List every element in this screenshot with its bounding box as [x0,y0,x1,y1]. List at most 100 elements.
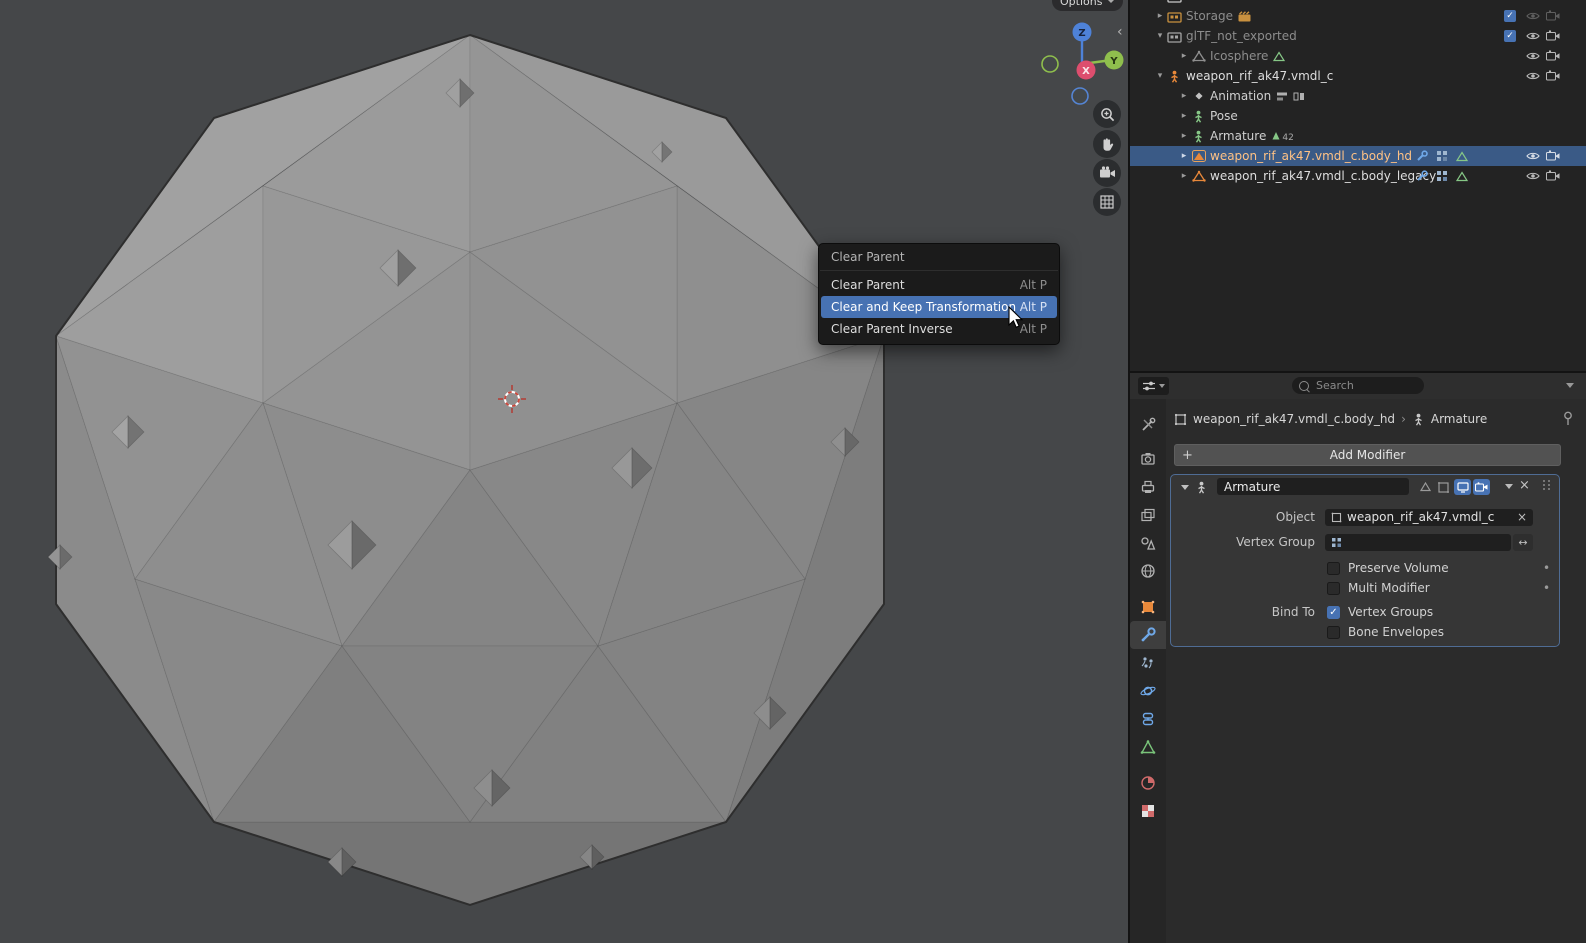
edit-mode-toggle[interactable] [1435,479,1452,495]
orange-data-icon [1238,10,1251,22]
search-input[interactable] [1314,378,1398,393]
outliner-row-animation[interactable]: ▸ Animation [1130,86,1586,106]
outliner-row-gltf-not-exported[interactable]: ▾ glTF_not_exported ✓ [1130,26,1586,46]
eye-icon[interactable] [1526,171,1540,181]
tab-object-data[interactable] [1130,733,1166,761]
bone-envelopes-checkbox[interactable] [1327,625,1340,639]
eye-icon[interactable] [1526,151,1540,161]
camera-toggle-icon[interactable] [1546,170,1560,181]
on-cage-toggle[interactable] [1417,479,1434,495]
pin-icon[interactable] [1562,411,1574,426]
add-modifier-button[interactable]: + Add Modifier [1174,444,1561,466]
outliner-row-storage[interactable]: ▸ Storage ✓ [1130,6,1586,26]
expand-icon[interactable]: ▾ [1154,0,1166,1]
drag-handle[interactable] [1543,480,1551,490]
expand-icon[interactable]: ▾ [1154,71,1166,81]
tab-scene[interactable] [1130,529,1166,557]
options-dropdown[interactable]: Options [1052,0,1124,11]
expand-icon[interactable]: ▸ [1178,131,1190,141]
tab-world[interactable] [1130,557,1166,585]
object-field[interactable]: weapon_rif_ak47.vmdl_c × [1325,508,1533,526]
expand-icon[interactable]: ▸ [1154,11,1166,21]
collection-checkbox[interactable]: ✓ [1504,30,1516,42]
tab-texture[interactable] [1130,797,1166,825]
vertex-group-field[interactable] [1325,533,1511,551]
vertex-group-icon[interactable] [1436,150,1448,162]
expand-icon[interactable]: ▸ [1178,151,1190,161]
render-toggle[interactable] [1473,479,1490,495]
wrench-icon[interactable] [1416,150,1428,162]
decorator-dot-icon[interactable]: • [1543,561,1550,575]
tab-modifiers[interactable] [1130,621,1166,649]
camera-toggle-icon[interactable] [1546,30,1560,41]
collection-icon [1166,30,1183,43]
camera-toggle-icon[interactable] [1546,70,1560,81]
expand-icon[interactable]: ▸ [1178,111,1190,121]
toggle-ortho-button[interactable] [1093,188,1121,216]
eye-icon[interactable] [1526,11,1540,21]
expand-icon[interactable]: ▸ [1178,51,1190,61]
preserve-volume-checkbox[interactable] [1327,561,1340,575]
expand-icon[interactable]: ▾ [1154,31,1166,41]
expand-icon[interactable]: ▸ [1178,171,1190,181]
multi-modifier-checkbox[interactable] [1327,581,1340,595]
outliner-row-body-hd[interactable]: ▸ weapon_rif_ak47.vmdl_c.body_hd [1130,146,1586,166]
camera-toggle-icon[interactable] [1546,150,1560,161]
zoom-button[interactable] [1093,100,1121,128]
collection-checkbox[interactable]: ✓ [1504,10,1516,22]
breadcrumb-object[interactable]: weapon_rif_ak47.vmdl_c.body_hd [1193,412,1395,426]
outliner-row-icosphere[interactable]: ▸ Icosphere [1130,46,1586,66]
armature-modifier-icon [1415,413,1422,426]
modifier-name-field[interactable]: Armature [1217,478,1409,495]
tab-tool[interactable] [1130,411,1166,439]
eye-icon[interactable] [1526,31,1540,41]
camera-toggle-icon[interactable] [1546,50,1560,61]
mesh-data-icon[interactable] [1456,151,1468,162]
camera-toggle-icon[interactable] [1546,10,1560,21]
expand-icon[interactable]: ▸ [1178,91,1190,101]
modifier-extras-icon[interactable] [1505,484,1513,489]
decorator-dot-icon[interactable]: • [1543,581,1550,595]
header-options-icon[interactable] [1566,383,1574,388]
multi-modifier-row: Multi Modifier • [1171,579,1561,597]
tab-particles[interactable] [1130,649,1166,677]
close-icon[interactable]: × [1519,478,1530,493]
clear-object-icon[interactable]: × [1517,510,1527,524]
editor-type-dropdown[interactable] [1138,377,1169,395]
tab-physics[interactable] [1130,677,1166,705]
vertex-group-icon[interactable] [1436,170,1448,182]
breadcrumb-modifier[interactable]: Armature [1431,412,1487,426]
search-field[interactable] [1292,377,1424,394]
collapse-icon[interactable] [1181,484,1189,490]
axis-neg-z-ball[interactable] [1071,87,1089,105]
plus-icon: + [1182,447,1193,463]
outliner-row-armature-object[interactable]: ▾ weapon_rif_ak47.vmdl_c [1130,66,1586,86]
tab-output[interactable] [1130,473,1166,501]
pan-button[interactable] [1093,130,1121,158]
tab-material[interactable] [1130,769,1166,797]
wrench-icon[interactable] [1416,170,1428,182]
navigation-gizmo[interactable]: Z Y X [1036,16,1128,108]
outliner-row-pose[interactable]: ▸ Pose [1130,106,1586,126]
menu-item-clear-parent[interactable]: Clear Parent Alt P [821,274,1057,296]
icosphere-render [47,33,886,907]
realtime-display-toggle[interactable] [1454,479,1471,495]
tab-object[interactable] [1130,593,1166,621]
outliner-row-armature-data[interactable]: ▸ Armature 42 [1130,126,1586,146]
3d-viewport[interactable]: Options ‹ Z Y X Clear Parent Clear Paren… [0,0,1130,943]
tab-view-layer[interactable] [1130,501,1166,529]
tab-constraints[interactable] [1130,705,1166,733]
eye-icon[interactable] [1526,51,1540,61]
eye-icon[interactable] [1526,71,1540,81]
invert-vertex-group-button[interactable]: ↔ [1513,533,1533,551]
outliner-row-body-legacy[interactable]: ▸ weapon_rif_ak47.vmdl_c.body_legacy [1130,166,1586,186]
mesh-data-icon[interactable] [1456,171,1468,182]
tab-render[interactable] [1130,445,1166,473]
camera-icon [1099,166,1115,178]
axis-neg-x-ball[interactable] [1041,55,1059,73]
bind-to-bone-envelopes-row: Bone Envelopes [1171,623,1561,641]
camera-view-button[interactable] [1093,159,1121,187]
vertex-groups-checkbox[interactable]: ✓ [1327,605,1340,619]
outliner-panel[interactable]: ▾ Scene Collection ▸ Storage ✓ [1130,0,1586,373]
object-icon [1174,413,1187,425]
